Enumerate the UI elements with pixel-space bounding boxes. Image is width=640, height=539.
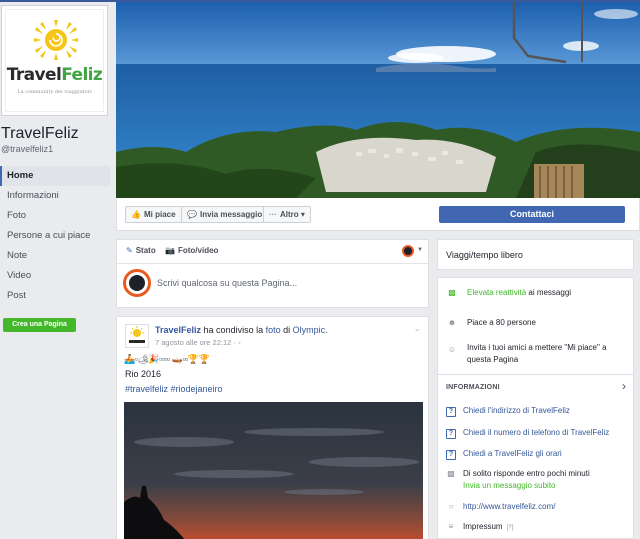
post-source-link[interactable]: Olympic. bbox=[293, 325, 328, 335]
cover-landscape-image bbox=[116, 2, 640, 198]
people-icon: ☻ bbox=[447, 318, 457, 327]
post-hashtags[interactable]: #travelfeliz #riodejaneiro bbox=[125, 384, 223, 394]
sun-logo-icon bbox=[34, 20, 78, 60]
post-options-chevron-icon[interactable]: ⌄ bbox=[413, 323, 421, 334]
globe-icon: ○ bbox=[448, 502, 454, 511]
post-photo[interactable] bbox=[124, 402, 423, 539]
sun-logo-icon bbox=[129, 326, 145, 343]
sidebar-item-foto[interactable]: Foto bbox=[0, 206, 110, 226]
sidebar-item-note[interactable]: Note bbox=[0, 246, 110, 266]
page-stats-card: ▩ Elevata reattività ai messaggi ☻ Piace a… bbox=[437, 277, 634, 375]
feed-post: TravelFeliz ha condiviso la foto di Olym… bbox=[116, 316, 429, 539]
invite-friends-row[interactable]: ☺ Invita i tuoi amici a mettere "Mi piace… bbox=[446, 342, 628, 366]
post-author-avatar[interactable] bbox=[125, 324, 149, 348]
caret-down-icon: ▾ bbox=[300, 210, 305, 219]
chevron-right-icon[interactable]: › bbox=[622, 379, 626, 393]
question-icon: ? bbox=[446, 407, 456, 417]
chat-bubble-icon: ▩ bbox=[447, 469, 455, 478]
ask-phone-row[interactable]: ? Chiedi il numero di telefono di TravelF… bbox=[446, 428, 609, 439]
page-category[interactable]: Viaggi/tempo libero bbox=[446, 250, 523, 260]
post-emoji-line: 🚣▫🏕🎉▫▫▫▫ 🛶▫▫🏆🏆 bbox=[124, 354, 210, 364]
chevron-down-icon[interactable]: ▼ bbox=[417, 247, 423, 253]
tab-status[interactable]: ✎ Stato bbox=[126, 246, 156, 255]
more-dots-icon: ··· bbox=[269, 210, 277, 219]
message-bubble-icon: ▩ bbox=[448, 288, 456, 297]
sidebar-item-persone[interactable]: Persone a cui piace bbox=[0, 226, 110, 246]
logo-wordmark: TravelFeliz bbox=[6, 65, 103, 85]
create-page-button[interactable]: Crea una Pagina bbox=[3, 318, 76, 332]
question-icon: ? bbox=[446, 429, 456, 439]
page-category-card: Viaggi/tempo libero bbox=[437, 239, 634, 270]
sidebar-item-post[interactable]: Post bbox=[0, 286, 110, 306]
page-action-bar: 👍 Mi piace 💬 Invia messaggio ··· Altro ▾ Co… bbox=[116, 198, 640, 231]
chat-bubble-icon: 💬 bbox=[187, 210, 197, 219]
composer-avatar bbox=[123, 269, 151, 297]
page-title[interactable]: TravelFeliz bbox=[1, 125, 79, 143]
send-message-button[interactable]: 💬 Invia messaggio bbox=[181, 206, 269, 223]
ask-address-row[interactable]: ? Chiedi l'indirizzo di TravelFeliz bbox=[446, 406, 570, 417]
post-text: Rio 2016 bbox=[125, 369, 162, 379]
send-message-link[interactable]: Invia un messaggio subito bbox=[463, 481, 556, 490]
post-author-link[interactable]: TravelFeliz bbox=[155, 325, 201, 335]
post-of-text: di bbox=[283, 325, 291, 335]
impressum-row[interactable]: ≡ Impressum [?] bbox=[446, 522, 514, 531]
thumbs-up-icon: 👍 bbox=[131, 210, 141, 219]
camera-icon: 📷 bbox=[165, 246, 175, 255]
website-row[interactable]: ○ http://www.travelfeliz.com/ bbox=[446, 502, 556, 511]
more-button[interactable]: ··· Altro ▾ bbox=[263, 206, 311, 223]
about-card: INFORMAZIONI › ? Chiedi l'indirizzo di Tr… bbox=[437, 375, 634, 539]
sidebar-item-video[interactable]: Video bbox=[0, 266, 110, 286]
globe-icon: ◦ bbox=[237, 338, 241, 347]
post-as-avatar[interactable] bbox=[402, 245, 414, 257]
logo-tagline: La community dei viaggiatori bbox=[17, 89, 92, 95]
pencil-icon: ✎ bbox=[126, 246, 133, 255]
page-username[interactable]: @travelfeliz1 bbox=[1, 144, 53, 154]
about-heading[interactable]: INFORMAZIONI bbox=[446, 384, 500, 391]
post-composer: ✎ Stato 📷 Foto/video ▼ Scrivi qualcosa su … bbox=[116, 239, 429, 308]
responsiveness-row: ▩ Elevata reattività ai messaggi bbox=[446, 288, 571, 297]
like-page-button[interactable]: 👍 Mi piace bbox=[125, 206, 182, 223]
ask-hours-row[interactable]: ? Chiedi a TravelFeliz gli orari bbox=[446, 449, 562, 460]
response-time-row: ▩ Di solito risponde entro pochi minuti bbox=[447, 469, 590, 478]
post-shared-text: ha condiviso la bbox=[203, 325, 264, 335]
sidebar-item-home[interactable]: Home bbox=[0, 166, 110, 186]
sidebar-item-informazioni[interactable]: Informazioni bbox=[0, 186, 110, 206]
sunset-photo-image bbox=[124, 402, 423, 539]
sidebar-nav: Home Informazioni Foto Persone a cui pia… bbox=[0, 166, 110, 306]
book-icon: ≡ bbox=[448, 522, 454, 531]
contact-button[interactable]: Contattaci bbox=[439, 206, 625, 223]
post-header: TravelFeliz ha condiviso la foto di Olym… bbox=[155, 325, 328, 335]
likes-row[interactable]: ☻ Piace a 80 persone bbox=[446, 318, 536, 327]
post-timestamp[interactable]: 7 agosto alle ore 22:12 · ◦ bbox=[155, 338, 241, 347]
tab-photo-video[interactable]: 📷 Foto/video bbox=[165, 246, 218, 255]
post-photo-link[interactable]: foto bbox=[266, 325, 281, 335]
composer-tabs: ✎ Stato 📷 Foto/video ▼ bbox=[117, 240, 428, 264]
composer-input[interactable]: Scrivi qualcosa su questa Pagina... bbox=[157, 278, 297, 288]
profile-picture[interactable]: TravelFeliz La community dei viaggiatori bbox=[1, 5, 108, 116]
add-person-icon: ☺ bbox=[447, 345, 457, 354]
cover-photo[interactable] bbox=[116, 2, 640, 198]
question-icon: ? bbox=[446, 450, 456, 460]
